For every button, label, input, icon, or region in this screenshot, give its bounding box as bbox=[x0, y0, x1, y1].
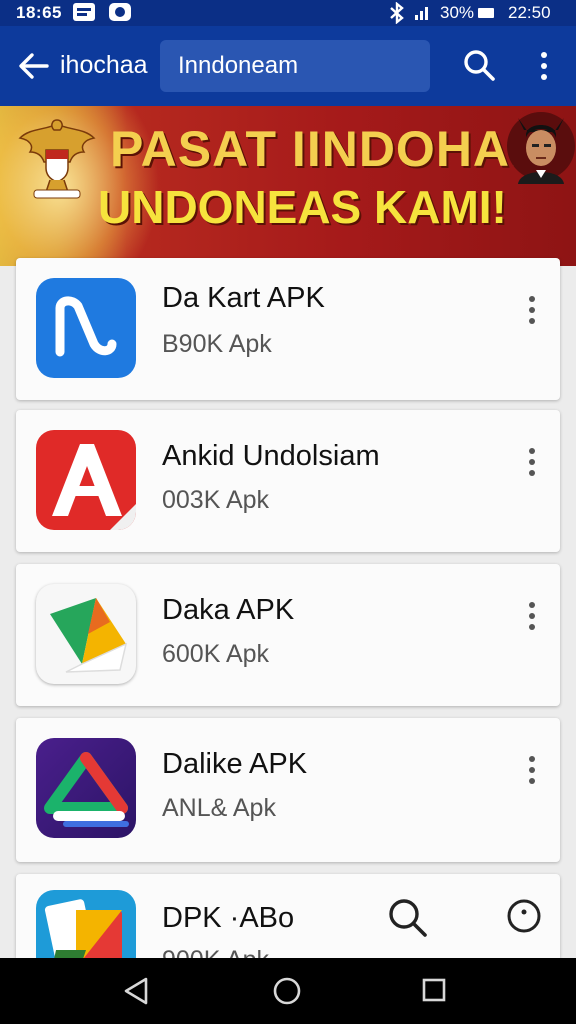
app-size: ANL& Apk bbox=[162, 794, 276, 822]
list-item[interactable]: DPK ·ABo 900K Apk bbox=[16, 874, 560, 958]
app-size: 003K Apk bbox=[162, 486, 270, 514]
red-a-icon bbox=[36, 430, 136, 530]
banner-subheadline: UNDONEAS KAMI! bbox=[98, 181, 507, 233]
app-bar: ihochaa bbox=[0, 26, 576, 106]
more-options-icon[interactable] bbox=[524, 600, 540, 632]
garuda-emblem-icon bbox=[18, 119, 96, 199]
nav-back-icon[interactable] bbox=[122, 976, 150, 1006]
app-name: Ankid Undolsiam bbox=[162, 440, 380, 472]
more-options-icon[interactable] bbox=[524, 294, 540, 326]
search-icon[interactable] bbox=[386, 896, 428, 938]
app-title: ihochaa bbox=[60, 51, 148, 79]
app-size: 900K Apk bbox=[162, 946, 269, 958]
search-input[interactable] bbox=[160, 40, 430, 92]
promo-banner[interactable]: PASAT IINDOHAN UNDONEAS KAMI! bbox=[0, 106, 576, 266]
camera-icon bbox=[109, 3, 131, 21]
status-time-right: 22:50 bbox=[508, 3, 551, 22]
clock-icon[interactable] bbox=[506, 898, 542, 934]
banner-headline: PASAT IINDOHAN bbox=[110, 121, 548, 177]
portrait-image bbox=[507, 112, 575, 184]
more-options-icon[interactable] bbox=[524, 446, 540, 478]
green-triangle-icon bbox=[36, 584, 136, 684]
message-icon bbox=[73, 3, 95, 21]
nav-home-icon[interactable] bbox=[272, 976, 302, 1006]
app-size: B90K Apk bbox=[162, 330, 272, 358]
purple-triangle-icon bbox=[36, 738, 136, 838]
nav-recents-icon[interactable] bbox=[422, 978, 446, 1002]
multicolor-cards-icon bbox=[36, 890, 136, 958]
app-name: Daka APK bbox=[162, 594, 295, 626]
app-name: Dalike APK bbox=[162, 748, 308, 780]
list-item[interactable]: Dalike APK ANL& Apk bbox=[16, 718, 560, 862]
list-item[interactable]: Daka APK 600K Apk bbox=[16, 564, 560, 706]
more-options-icon[interactable] bbox=[524, 754, 540, 786]
list-item[interactable]: Ankid Undolsiam 003K Apk bbox=[16, 410, 560, 552]
list-item[interactable]: Da Kart APK B90K Apk bbox=[16, 258, 560, 400]
back-arrow-icon[interactable] bbox=[18, 52, 50, 80]
app-name: DPK ·ABo bbox=[162, 902, 295, 934]
system-navigation-bar bbox=[0, 958, 576, 1024]
status-time-left: 18:65 bbox=[16, 3, 62, 22]
nu-wave-icon bbox=[36, 278, 136, 378]
app-size: 600K Apk bbox=[162, 640, 270, 668]
battery-icon bbox=[478, 8, 494, 18]
status-bar: 18:65 30% 22:50 bbox=[0, 0, 576, 26]
battery-percent: 30% bbox=[440, 3, 475, 22]
app-name: Da Kart APK bbox=[162, 282, 325, 314]
overflow-menu-icon[interactable] bbox=[534, 50, 554, 82]
search-icon[interactable] bbox=[462, 48, 496, 82]
signal-icon bbox=[415, 7, 428, 20]
bluetooth-icon bbox=[390, 2, 404, 24]
